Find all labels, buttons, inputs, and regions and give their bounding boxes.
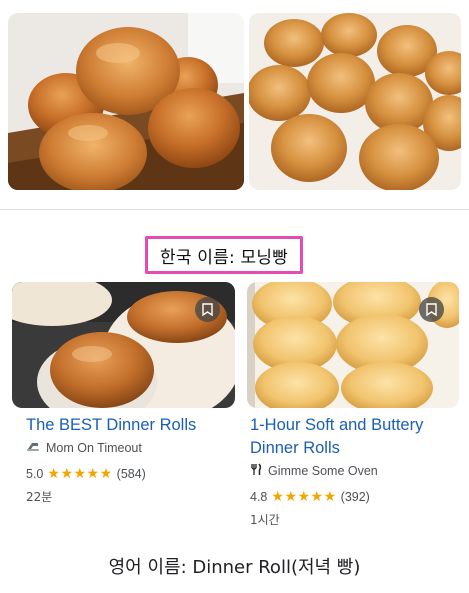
recipe-card-1-time: 22분 [26,490,53,504]
bookmark-icon[interactable] [419,297,444,322]
english-name-label: 영어 이름: Dinner Roll(저녁 빵) [108,557,361,578]
fork-knife-icon [250,463,262,479]
section-divider [0,209,469,210]
dinner-rolls-pan-photo [249,13,461,190]
recipe-card-1-title[interactable]: The BEST Dinner Rolls [26,414,196,437]
star-rating-icon: ★★★★★ [47,465,113,481]
recipe-card-1-source-name: Mom On Timeout [46,440,142,455]
recipe-card-1-review-count: (584) [116,466,146,481]
recipe-card-2-title-line2[interactable]: Dinner Rolls [250,437,423,460]
korean-name-label: 한국 이름: 모닝빵 [145,236,303,274]
recipe-card-2-title[interactable]: 1-Hour Soft and Buttery Dinner Rolls [250,414,423,460]
recipe-card-2-time: 1시간 [250,513,280,527]
bookmark-icon[interactable] [195,297,220,322]
recipe-card-1-rating: 5.0 ★★★★★ (584) [26,465,146,482]
recipe-card-2-source-name: Gimme Some Oven [268,464,378,478]
recipe-card-1-source: Mom On Timeout [26,440,142,455]
recipe-card-2-rating: 4.8 ★★★★★ (392) [250,488,370,505]
recipe-card-2-review-count: (392) [340,489,370,504]
recipe-card-1-rating-value: 5.0 [26,466,44,481]
star-rating-icon: ★★★★★ [271,488,337,504]
recipe-card-2-title-line1[interactable]: 1-Hour Soft and Buttery [250,414,423,437]
dinner-rolls-board-photo [8,13,244,190]
recipe-card-2-rating-value: 4.8 [250,489,268,504]
recipe-card-2-source: Gimme Some Oven [250,463,378,479]
recipe-card-1-title-line1[interactable]: The BEST Dinner Rolls [26,416,196,434]
mixer-icon [26,440,40,455]
